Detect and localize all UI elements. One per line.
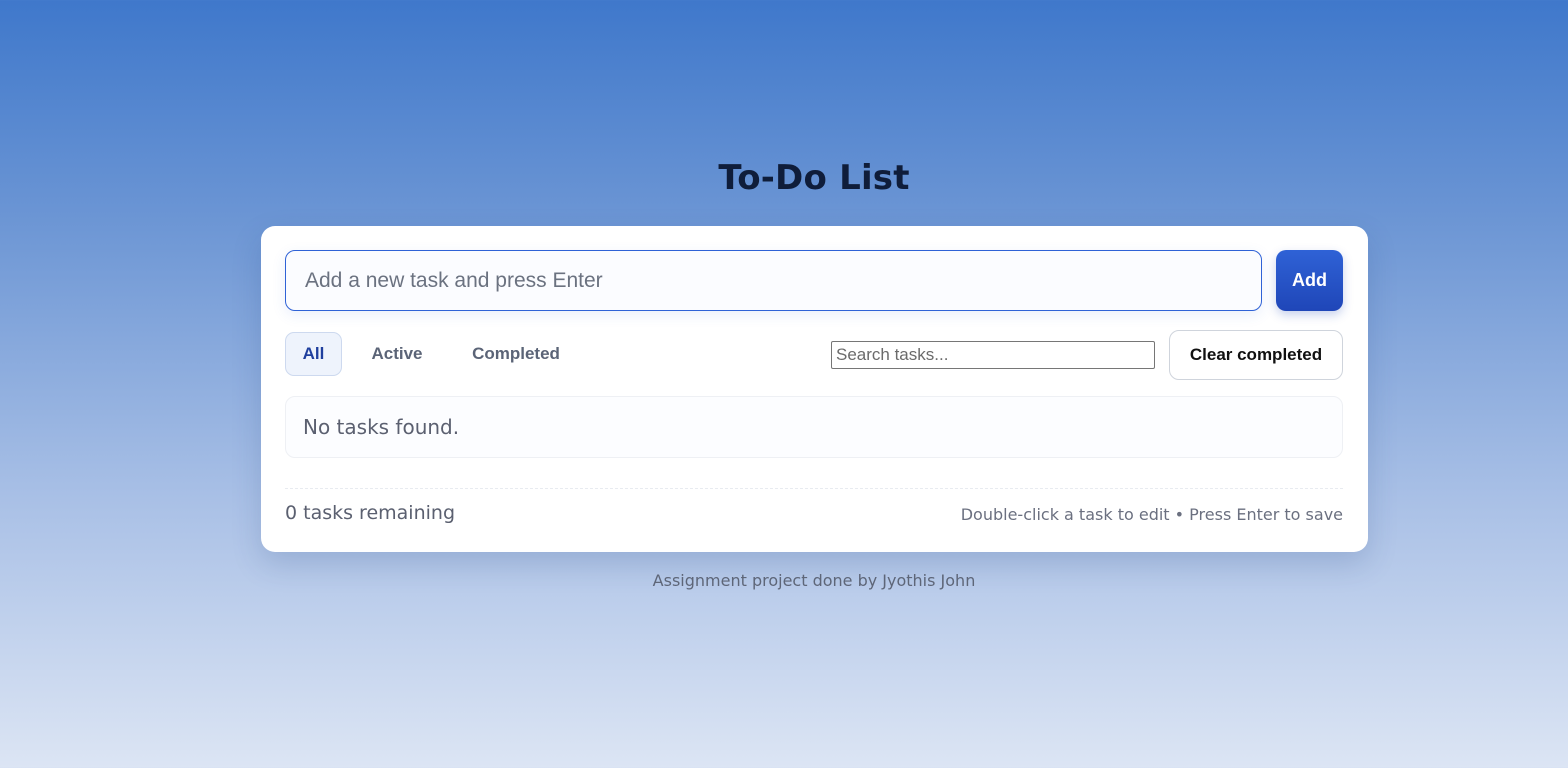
tasks-remaining-count: 0 tasks remaining: [285, 502, 455, 524]
credit-footer: Assignment project done by Jyothis John: [652, 571, 976, 590]
todo-card: Add All Active Completed Clear completed…: [261, 226, 1368, 552]
footer-divider: [285, 488, 1343, 489]
filter-active-button[interactable]: Active: [356, 332, 438, 376]
add-task-button[interactable]: Add: [1276, 250, 1343, 311]
new-task-input[interactable]: [285, 250, 1262, 311]
page-title: To-Do List: [718, 158, 910, 198]
clear-completed-button[interactable]: Clear completed: [1169, 330, 1343, 380]
task-list-empty-state: No tasks found.: [285, 396, 1343, 458]
edit-hint: Double-click a task to edit • Press Ente…: [960, 505, 1343, 524]
filter-completed-button[interactable]: Completed: [454, 332, 578, 376]
filter-all-button[interactable]: All: [285, 332, 342, 376]
search-input[interactable]: [831, 341, 1155, 369]
